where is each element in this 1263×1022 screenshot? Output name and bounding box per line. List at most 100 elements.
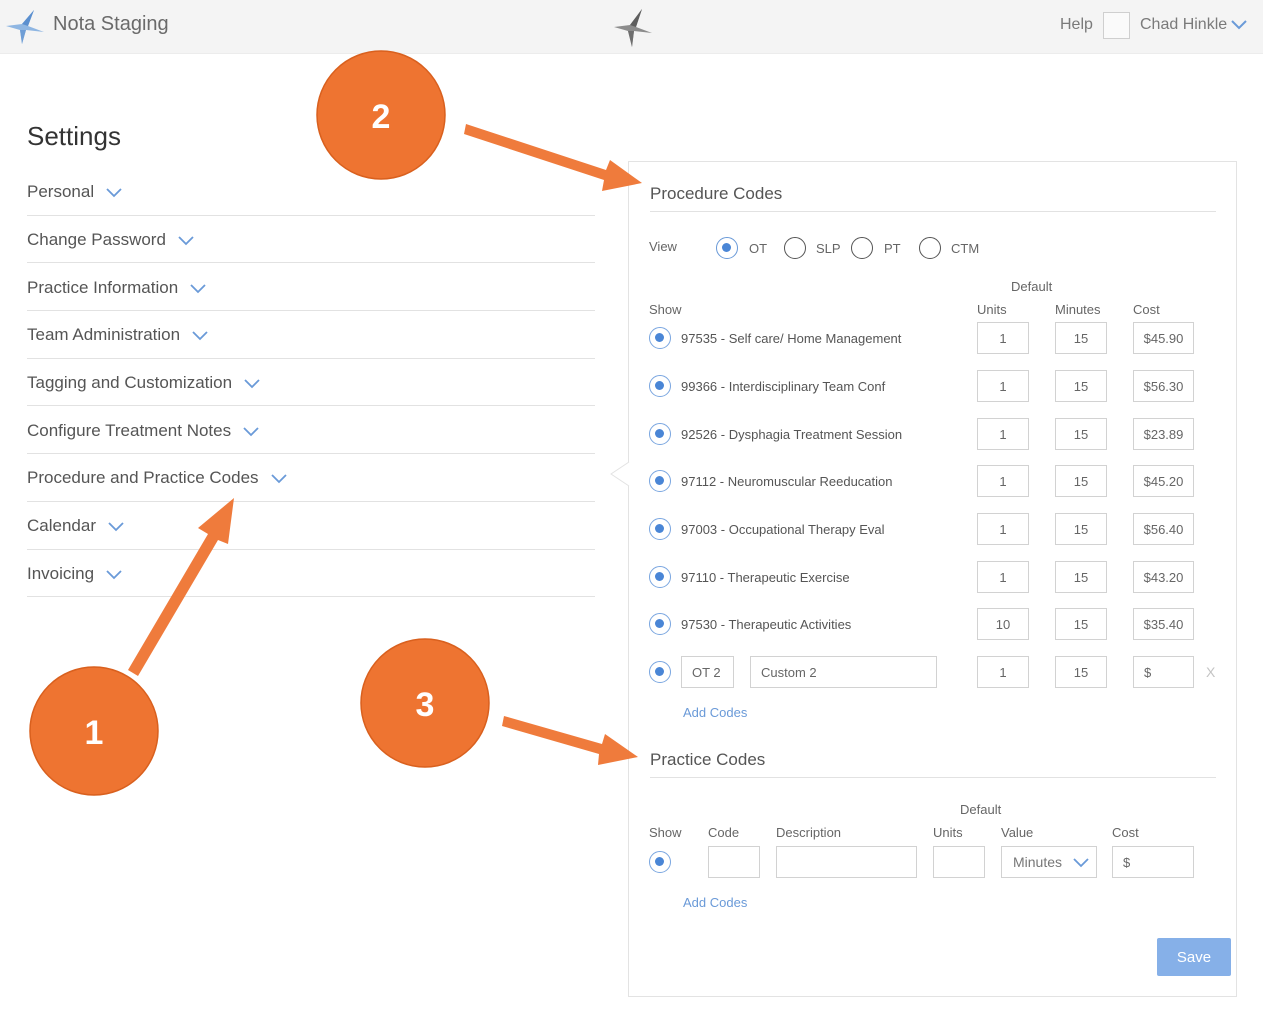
- units-input[interactable]: 1: [977, 561, 1029, 593]
- divider: [650, 211, 1216, 212]
- show-radio[interactable]: [649, 566, 671, 588]
- menu-item-label: Calendar: [27, 516, 96, 536]
- menu-item-team-administration[interactable]: Team Administration: [27, 311, 595, 359]
- minutes-input[interactable]: 15: [1055, 322, 1107, 354]
- panel-pointer: [610, 462, 630, 486]
- show-radio[interactable]: [649, 851, 671, 873]
- menu-item-configure-treatment-notes[interactable]: Configure Treatment Notes: [27, 406, 595, 455]
- units-input[interactable]: [933, 846, 985, 878]
- menu-item-invoicing[interactable]: Invoicing: [27, 550, 595, 598]
- menu-item-practice-information[interactable]: Practice Information: [27, 263, 595, 312]
- cost-input[interactable]: $56.40: [1133, 513, 1194, 545]
- show-radio[interactable]: [649, 613, 671, 635]
- procedure-label: 97110 - Therapeutic Exercise: [681, 570, 850, 585]
- chevron-down-icon: [106, 188, 122, 198]
- show-radio[interactable]: [649, 375, 671, 397]
- minutes-input[interactable]: 15: [1055, 561, 1107, 593]
- view-radio-pt[interactable]: [851, 237, 873, 259]
- remove-row-button[interactable]: X: [1206, 664, 1215, 680]
- minutes-input[interactable]: 15: [1055, 465, 1107, 497]
- settings-title: Settings: [27, 121, 121, 151]
- description-input[interactable]: [776, 846, 917, 878]
- col-show: Show: [649, 825, 682, 840]
- cost-input[interactable]: $43.20: [1133, 561, 1194, 593]
- user-name[interactable]: Chad Hinkle: [1140, 16, 1227, 34]
- procedure-label: 99366 - Interdisciplinary Team Conf: [681, 379, 886, 394]
- bird-logo-icon[interactable]: [4, 4, 46, 46]
- custom-code-input[interactable]: OT 2: [681, 656, 734, 688]
- chevron-down-icon: [243, 427, 259, 437]
- value-select[interactable]: Minutes: [1001, 846, 1097, 878]
- cost-input[interactable]: $: [1112, 846, 1194, 878]
- menu-item-tagging-customization[interactable]: Tagging and Customization: [27, 359, 595, 407]
- col-units: Units: [933, 825, 963, 840]
- badge-2: 2: [316, 50, 446, 180]
- badge-3: 3: [360, 638, 490, 768]
- chevron-down-icon[interactable]: [1230, 18, 1248, 32]
- minutes-input[interactable]: 15: [1055, 513, 1107, 545]
- avatar-placeholder-icon[interactable]: [1103, 12, 1130, 39]
- help-link[interactable]: Help: [1060, 16, 1093, 34]
- units-input[interactable]: 1: [977, 418, 1029, 450]
- chevron-down-icon: [1073, 858, 1089, 868]
- cost-input[interactable]: $45.90: [1133, 322, 1194, 354]
- chevron-down-icon: [192, 331, 208, 341]
- menu-item-personal[interactable]: Personal: [27, 168, 595, 216]
- custom-description-input[interactable]: Custom 2: [750, 656, 937, 688]
- view-option-label: PT: [884, 241, 901, 256]
- code-input[interactable]: [708, 846, 760, 878]
- view-radio-ot[interactable]: [716, 237, 738, 259]
- minutes-input[interactable]: 15: [1055, 418, 1107, 450]
- add-practice-codes-link[interactable]: Add Codes: [683, 895, 747, 910]
- menu-item-calendar[interactable]: Calendar: [27, 502, 595, 550]
- badge-number: 2: [372, 98, 391, 136]
- view-radio-ctm[interactable]: [919, 237, 941, 259]
- col-minutes: Minutes: [1055, 302, 1101, 317]
- show-radio[interactable]: [649, 470, 671, 492]
- menu-item-change-password[interactable]: Change Password: [27, 216, 595, 264]
- app-title[interactable]: Nota Staging: [53, 13, 169, 36]
- divider: [650, 777, 1216, 778]
- view-radio-slp[interactable]: [784, 237, 806, 259]
- menu-item-procedure-practice-codes[interactable]: Procedure and Practice Codes: [27, 454, 595, 502]
- chevron-down-icon: [178, 236, 194, 246]
- col-code: Code: [708, 825, 740, 840]
- col-cost: Cost: [1112, 825, 1139, 840]
- units-input[interactable]: 1: [977, 513, 1029, 545]
- show-radio[interactable]: [649, 423, 671, 445]
- procedure-label: 97003 - Occupational Therapy Eval: [681, 522, 885, 537]
- chevron-down-icon: [106, 570, 122, 580]
- minutes-input[interactable]: 15: [1055, 608, 1107, 640]
- value-select-label: Minutes: [1013, 854, 1063, 870]
- minutes-input[interactable]: 15: [1055, 656, 1107, 688]
- minutes-input[interactable]: 15: [1055, 370, 1107, 402]
- procedure-label: 97535 - Self care/ Home Management: [681, 331, 902, 346]
- cost-input[interactable]: $35.40: [1133, 608, 1194, 640]
- view-label: View: [649, 239, 677, 254]
- cost-input[interactable]: $23.89: [1133, 418, 1194, 450]
- view-option-label: CTM: [951, 241, 980, 256]
- units-input[interactable]: 1: [977, 656, 1029, 688]
- add-procedure-codes-link[interactable]: Add Codes: [683, 705, 747, 720]
- cost-input[interactable]: $: [1133, 656, 1194, 688]
- show-radio[interactable]: [649, 327, 671, 349]
- save-button[interactable]: Save: [1157, 938, 1231, 976]
- col-cost: Cost: [1133, 302, 1160, 317]
- chevron-down-icon: [244, 379, 260, 389]
- view-option-label: OT: [749, 241, 768, 256]
- units-input[interactable]: 1: [977, 370, 1029, 402]
- show-radio[interactable]: [649, 661, 671, 683]
- cost-input[interactable]: $56.30: [1133, 370, 1194, 402]
- units-input[interactable]: 1: [977, 465, 1029, 497]
- chevron-down-icon: [108, 522, 124, 532]
- chevron-down-icon: [190, 284, 206, 293]
- menu-item-label: Invoicing: [27, 563, 95, 583]
- top-bar: Nota Staging Help Chad Hinkle: [0, 0, 1263, 54]
- show-radio[interactable]: [649, 518, 671, 540]
- menu-item-label: Practice Information: [27, 277, 179, 297]
- units-input[interactable]: 10: [977, 608, 1029, 640]
- cost-input[interactable]: $45.20: [1133, 465, 1194, 497]
- chevron-down-icon: [270, 474, 287, 484]
- units-input[interactable]: 1: [977, 322, 1029, 354]
- menu-item-label: Tagging and Customization: [27, 373, 233, 393]
